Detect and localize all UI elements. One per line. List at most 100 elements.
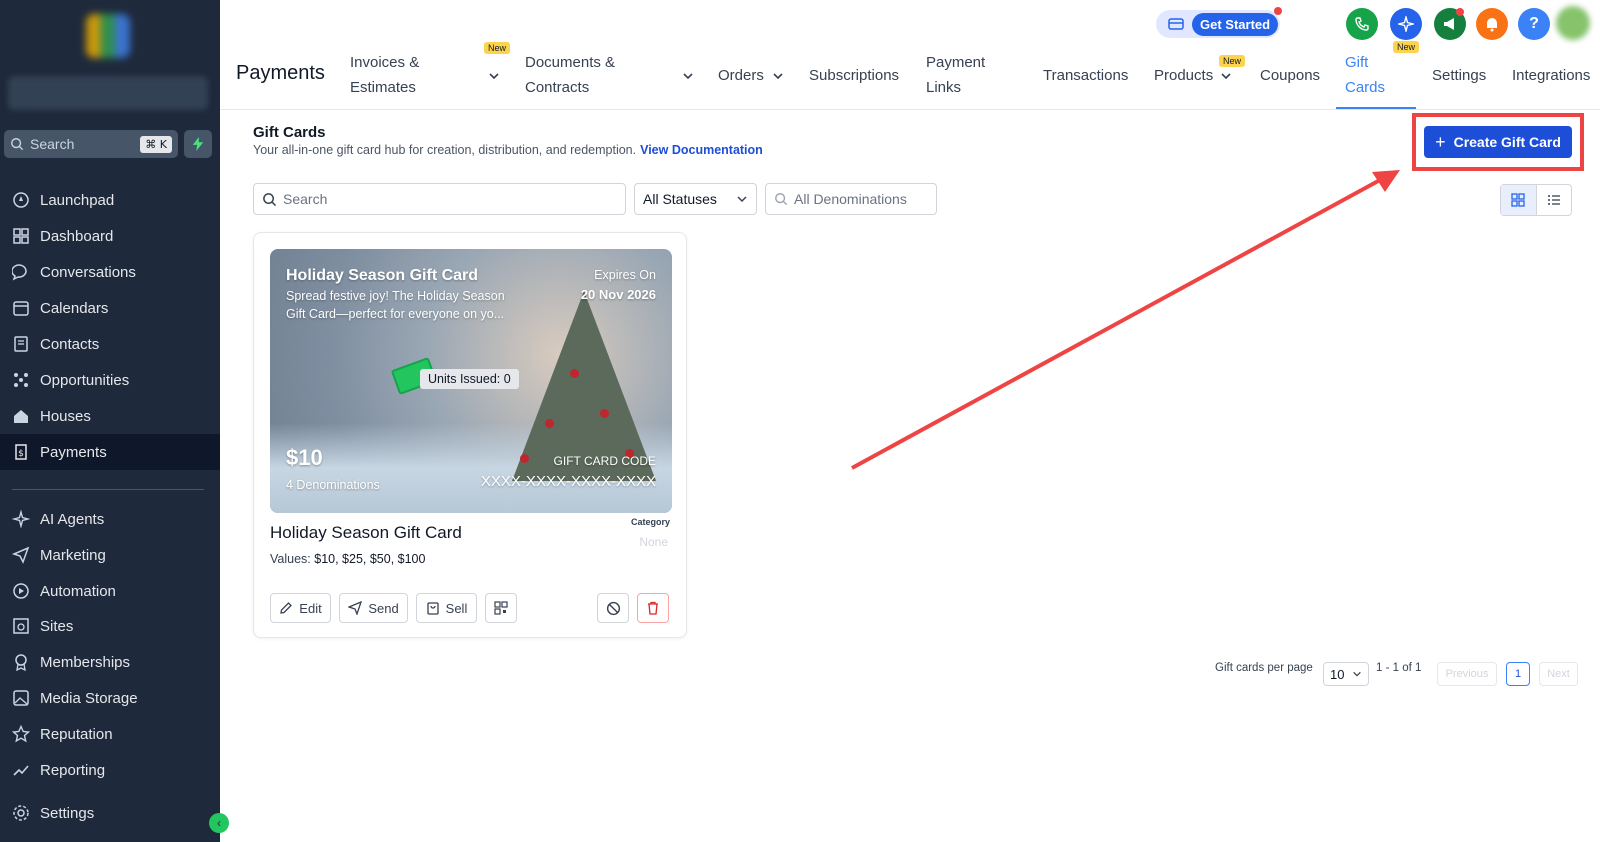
edit-button[interactable]: Edit <box>270 593 331 623</box>
sidebar-item-label: AI Agents <box>40 510 105 528</box>
sidebar-item-dashboard[interactable]: Dashboard <box>0 218 220 254</box>
next-page-button[interactable]: Next <box>1539 662 1578 686</box>
sidebar-item-payments[interactable]: $ Payments <box>0 434 220 470</box>
list-view-button[interactable] <box>1537 185 1572 215</box>
tab-subscriptions[interactable]: Subscriptions <box>809 63 899 88</box>
sidebar-item-label: Dashboard <box>40 227 114 245</box>
sidebar-item-ai-agents[interactable]: AI Agents <box>0 501 220 537</box>
trash-icon <box>648 601 658 615</box>
calendar-icon <box>13 301 29 316</box>
tab-payment-links[interactable]: Payment Links <box>926 50 985 100</box>
sell-button[interactable]: Sell <box>416 593 477 623</box>
tab-coupons[interactable]: Coupons <box>1260 63 1320 88</box>
chevron-down-icon[interactable] <box>772 70 784 82</box>
search-icon <box>775 193 788 206</box>
sidebar-item-launchpad[interactable]: Launchpad <box>0 182 220 218</box>
category-value: None <box>639 535 668 549</box>
svg-text:$: $ <box>18 449 24 459</box>
sidebar: Search ⌘ K Launchpad Dashboard Conversat… <box>0 0 229 842</box>
page-number-button[interactable]: 1 <box>1506 662 1530 686</box>
tab-integrations[interactable]: Integrations <box>1512 63 1590 88</box>
sparkle-icon <box>12 510 30 528</box>
globe-window-icon <box>13 618 29 634</box>
sidebar-collapse-button[interactable]: ‹ <box>209 813 229 833</box>
sidebar-item-label: Media Storage <box>40 689 138 707</box>
sidebar-item-automation[interactable]: Automation <box>0 573 220 609</box>
sidebar-item-contacts[interactable]: Contacts <box>0 326 220 362</box>
view-documentation-link[interactable]: View Documentation <box>640 143 763 157</box>
units-issued-badge: Units Issued: 0 <box>420 369 519 389</box>
sidebar-item-label: Reputation <box>40 725 113 743</box>
receipt-icon: $ <box>15 444 27 460</box>
gift-card-code-label: GIFT CARD CODE <box>553 454 656 468</box>
sidebar-item-reputation[interactable]: Reputation <box>0 716 220 752</box>
tab-orders[interactable]: Orders <box>718 63 764 88</box>
expires-label: Expires On <box>594 268 656 282</box>
grid-icon <box>1511 193 1525 207</box>
category-label: Category <box>630 517 670 527</box>
tab-documents-contracts[interactable]: Documents & Contracts <box>525 50 615 100</box>
brand-logo[interactable] <box>86 14 130 58</box>
sidebar-item-reporting[interactable]: Reporting <box>0 752 220 788</box>
gift-card-image[interactable]: Holiday Season Gift Card Spread festive … <box>270 249 672 513</box>
sidebar-search-label: Search <box>30 136 75 152</box>
sidebar-item-conversations[interactable]: Conversations <box>0 254 220 290</box>
previous-page-button[interactable]: Previous <box>1437 662 1497 686</box>
sidebar-item-calendars[interactable]: Calendars <box>0 290 220 326</box>
qr-code-button[interactable] <box>485 593 517 623</box>
sidebar-search[interactable]: Search ⌘ K <box>4 130 178 158</box>
quick-actions-button[interactable] <box>184 130 212 158</box>
dashboard-icon <box>13 228 29 244</box>
send-button[interactable]: Send <box>339 593 408 623</box>
phone-button[interactable] <box>1346 8 1378 40</box>
sidebar-item-label: Payments <box>40 443 107 461</box>
grid-view-button[interactable] <box>1501 185 1537 215</box>
tab-transactions[interactable]: Transactions <box>1043 63 1128 88</box>
notification-dot <box>1456 8 1464 16</box>
sidebar-item-label: Reporting <box>40 761 106 779</box>
tab-invoices-estimates[interactable]: Invoices & Estimates <box>350 50 419 100</box>
ornament <box>570 369 579 378</box>
card-amount: $10 <box>286 445 323 470</box>
trend-line-icon <box>13 765 29 776</box>
sidebar-item-sites[interactable]: Sites <box>0 608 220 644</box>
pagination-range: 1 - 1 of 1 <box>1376 662 1422 674</box>
sidebar-item-label: Houses <box>40 407 91 425</box>
deactivate-button[interactable] <box>597 593 629 623</box>
per-page-select[interactable]: 10 <box>1323 662 1369 686</box>
new-badge: New <box>1219 55 1246 67</box>
notification-dot <box>1274 7 1282 15</box>
chevron-down-icon[interactable] <box>682 70 694 82</box>
chevron-down-icon[interactable] <box>488 70 500 82</box>
phone-icon <box>1355 17 1369 31</box>
tab-products[interactable]: Products <box>1154 63 1213 88</box>
delete-button[interactable] <box>637 593 669 623</box>
sidebar-item-memberships[interactable]: Memberships <box>0 644 220 680</box>
get-started-button[interactable]: Get Started <box>1156 10 1280 38</box>
denominations-filter[interactable]: All Denominations <box>765 183 937 215</box>
sidebar-item-label: Launchpad <box>40 191 115 209</box>
search-input[interactable]: Search <box>253 183 626 215</box>
ornament <box>545 419 554 428</box>
help-button[interactable]: ? <box>1518 8 1550 40</box>
sidebar-item-houses[interactable]: Houses <box>0 398 220 434</box>
search-icon <box>263 192 277 206</box>
sidebar-item-settings[interactable]: Settings <box>0 795 220 831</box>
section-subtitle: Your all-in-one gift card hub for creati… <box>253 143 763 157</box>
megaphone-icon <box>1444 18 1454 30</box>
sidebar-item-marketing[interactable]: Marketing <box>0 537 220 573</box>
card-icon <box>1168 18 1184 30</box>
chevron-down-icon[interactable] <box>1220 70 1232 82</box>
tab-settings[interactable]: Settings <box>1432 63 1486 88</box>
per-page-label: Gift cards per page <box>1215 662 1313 674</box>
sidebar-item-opportunities[interactable]: Opportunities <box>0 362 220 398</box>
sidebar-item-media-storage[interactable]: Media Storage <box>0 680 220 716</box>
user-avatar[interactable] <box>1556 6 1590 40</box>
tab-gift-cards[interactable]: Gift Cards <box>1345 50 1385 100</box>
card-image-title: Holiday Season Gift Card <box>286 267 479 284</box>
notifications-button[interactable] <box>1476 8 1508 40</box>
list-icon <box>1547 195 1560 205</box>
status-select[interactable]: All Statuses <box>634 183 757 215</box>
ai-assistant-button[interactable] <box>1390 8 1422 40</box>
account-switcher[interactable] <box>8 76 208 110</box>
